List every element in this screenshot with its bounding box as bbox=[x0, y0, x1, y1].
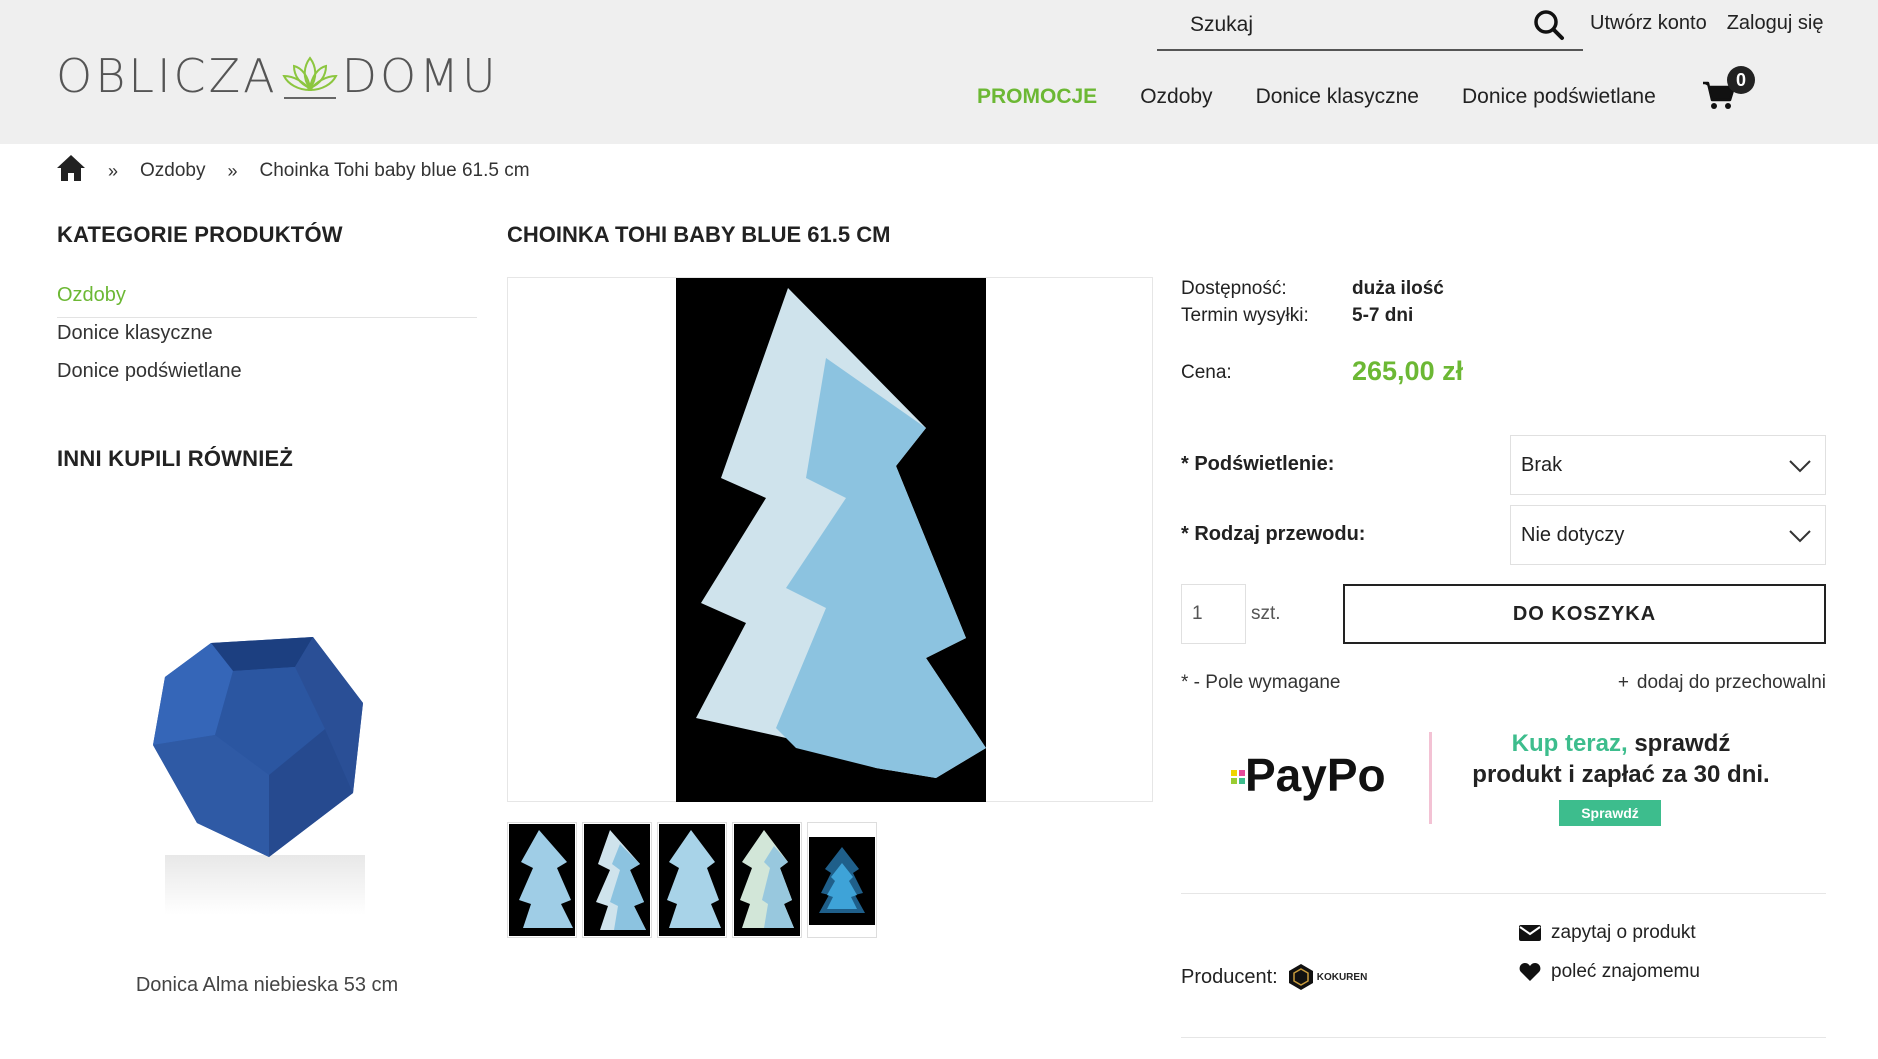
thumbnail[interactable] bbox=[807, 822, 877, 938]
paypo-highlight: Kup teraz, bbox=[1511, 730, 1628, 757]
also-bought-image[interactable] bbox=[145, 625, 385, 930]
account-links: Utwórz konto Zaloguj się bbox=[1590, 12, 1823, 35]
chevron-down-icon bbox=[1789, 456, 1811, 479]
nav-donice-podswietlane[interactable]: Donice podświetlane bbox=[1462, 85, 1656, 109]
home-icon[interactable] bbox=[56, 154, 86, 188]
thumbnail[interactable] bbox=[732, 822, 802, 938]
thumbnail[interactable] bbox=[582, 822, 652, 938]
main-nav: PROMOCJE Ozdoby Donice klasyczne Donice … bbox=[977, 85, 1699, 109]
paypo-line2: produkt i zapłać za 30 dni. bbox=[1472, 761, 1770, 788]
producer-logo[interactable]: KOKUREN bbox=[1288, 963, 1368, 991]
also-bought-title: INNI KUPILI RÓWNIEŻ bbox=[57, 446, 294, 471]
logo-text-left: OBLICZA bbox=[56, 49, 278, 103]
category-donice-podswietlane[interactable]: Donice podświetlane bbox=[57, 356, 477, 394]
producer-name: KOKUREN bbox=[1316, 971, 1368, 983]
register-link[interactable]: Utwórz konto bbox=[1590, 12, 1707, 35]
cable-value: Nie dotyczy bbox=[1521, 523, 1625, 546]
product-main-image[interactable] bbox=[507, 277, 1153, 802]
lighting-label: * Podświetlenie: bbox=[1181, 453, 1335, 475]
recommend-label: poleć znajomemu bbox=[1551, 961, 1700, 982]
breadcrumb-ozdoby[interactable]: Ozdoby bbox=[140, 160, 205, 182]
recommend-link[interactable]: poleć znajomemu bbox=[1519, 961, 1700, 983]
cable-label: * Rodzaj przewodu: bbox=[1181, 523, 1366, 545]
wishlist-label: dodaj do przechowalni bbox=[1636, 672, 1826, 693]
quantity-unit: szt. bbox=[1251, 603, 1281, 624]
divider bbox=[1181, 893, 1826, 894]
divider bbox=[1181, 1037, 1826, 1038]
hexagon-icon bbox=[1288, 964, 1313, 990]
availability-label: Dostępność: bbox=[1181, 278, 1287, 299]
also-bought-product-name[interactable]: Donica Alma niebieska 53 cm bbox=[57, 974, 477, 997]
nav-donice-klasyczne[interactable]: Donice klasyczne bbox=[1256, 85, 1419, 109]
thumbnail[interactable] bbox=[507, 822, 577, 938]
thumbnail[interactable] bbox=[657, 822, 727, 938]
nav-ozdoby[interactable]: Ozdoby bbox=[1140, 85, 1212, 109]
breadcrumb-current: Choinka Tohi baby blue 61.5 cm bbox=[259, 160, 530, 181]
cable-select[interactable]: Nie dotyczy bbox=[1510, 505, 1826, 565]
add-to-wishlist-link[interactable]: + dodaj do przechowalni bbox=[1618, 672, 1826, 694]
quantity-value: 1 bbox=[1192, 603, 1203, 624]
lotus-icon bbox=[280, 50, 340, 102]
breadcrumb: » Ozdoby » Choinka Tohi baby blue 61.5 c… bbox=[56, 153, 530, 189]
category-list: Ozdoby Donice klasyczne Donice podświetl… bbox=[57, 280, 477, 394]
categories-title: KATEGORIE PRODUKTÓW bbox=[57, 222, 343, 247]
chevron-down-icon bbox=[1789, 526, 1811, 549]
site-header: OBLICZA DOMU Szukaj Utwórz konto Zaloguj… bbox=[0, 0, 1878, 144]
required-note: * - Pole wymagane bbox=[1181, 672, 1341, 693]
price-value: 265,00 zł bbox=[1352, 356, 1464, 386]
search-icon[interactable] bbox=[1533, 9, 1565, 47]
plus-icon: + bbox=[1617, 672, 1629, 693]
category-donice-klasyczne[interactable]: Donice klasyczne bbox=[57, 318, 477, 356]
lighting-select[interactable]: Brak bbox=[1510, 435, 1826, 495]
ask-label: zapytaj o produkt bbox=[1551, 922, 1696, 943]
envelope-icon bbox=[1519, 925, 1541, 941]
quantity-input[interactable]: 1 bbox=[1181, 584, 1246, 644]
paypo-logo: PayPo bbox=[1245, 749, 1386, 801]
thumbnail-strip bbox=[507, 822, 877, 938]
ask-about-product-link[interactable]: zapytaj o produkt bbox=[1519, 922, 1696, 944]
producer: Producent: KOKUREN bbox=[1181, 963, 1367, 991]
breadcrumb-separator: » bbox=[108, 160, 119, 181]
paypo-check-button[interactable]: Sprawdź bbox=[1559, 800, 1661, 826]
breadcrumb-separator: » bbox=[227, 160, 238, 181]
category-ozdoby[interactable]: Ozdoby bbox=[57, 280, 477, 318]
lighting-value: Brak bbox=[1521, 453, 1563, 476]
cart-count-badge[interactable]: 0 bbox=[1727, 66, 1755, 94]
paypo-line1: sprawdź bbox=[1627, 730, 1731, 757]
shipping-value: 5-7 dni bbox=[1352, 305, 1414, 326]
logo-text-right: DOMU bbox=[341, 49, 499, 103]
login-link[interactable]: Zaloguj się bbox=[1727, 12, 1824, 35]
search-placeholder: Szukaj bbox=[1190, 12, 1254, 36]
price-label: Cena: bbox=[1181, 362, 1232, 383]
tree-photo bbox=[676, 278, 986, 802]
search-input[interactable]: Szukaj bbox=[1157, 0, 1583, 51]
add-to-cart-button[interactable]: DO KOSZYKA bbox=[1343, 584, 1826, 644]
site-logo[interactable]: OBLICZA DOMU bbox=[56, 49, 499, 103]
producer-label: Producent: bbox=[1181, 965, 1278, 988]
product-title: CHOINKA TOHI BABY BLUE 61.5 CM bbox=[507, 222, 891, 247]
paypo-banner[interactable]: PayPo Kup teraz, sprawdź produkt i zapła… bbox=[1181, 728, 1801, 828]
nav-promocje[interactable]: PROMOCJE bbox=[977, 85, 1097, 109]
shipping-label: Termin wysyłki: bbox=[1181, 305, 1309, 326]
availability-value: duża ilość bbox=[1352, 278, 1444, 299]
heart-icon bbox=[1519, 963, 1541, 981]
